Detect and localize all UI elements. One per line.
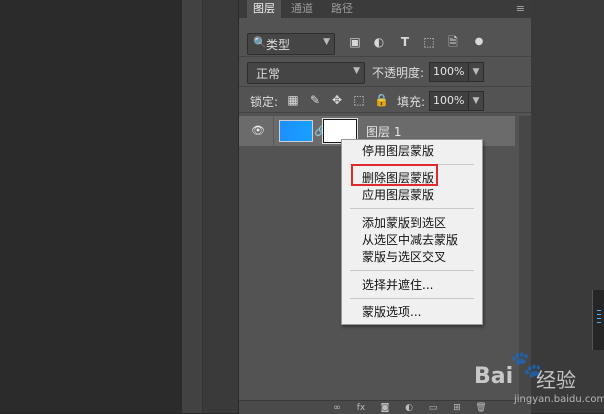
shape-filter-icon[interactable]: ⬚ — [421, 34, 437, 50]
adjustment-filter-icon[interactable]: ◐ — [371, 34, 387, 50]
document-canvas — [0, 0, 182, 413]
watermark-cn: 经验 — [536, 368, 576, 392]
opacity-dropdown-button[interactable]: ▼ — [468, 62, 484, 82]
lock-label: 锁定: — [250, 95, 279, 109]
filter-toggle-icon[interactable]: ● — [471, 34, 487, 50]
layer-name[interactable]: 图层 1 — [366, 123, 401, 140]
menu-item-select-and-mask[interactable]: 选择并遮住... — [362, 277, 433, 294]
add-mask-icon[interactable]: ◙ — [379, 402, 391, 414]
blend-mode-select[interactable]: 正常 ▼ — [247, 62, 365, 84]
divider — [239, 56, 531, 57]
link-layers-icon[interactable]: ∞ — [331, 402, 343, 414]
layer-thumbnail[interactable] — [279, 120, 313, 142]
menu-item-subtract-mask-from-selection[interactable]: 从选区中减去蒙版 — [362, 232, 458, 249]
divider — [239, 86, 531, 87]
lock-artboard-icon[interactable]: ⬚ — [352, 92, 366, 108]
lock-image-icon[interactable]: ✎ — [308, 92, 322, 108]
fill-input[interactable]: 100% — [429, 91, 470, 111]
watermark-logo: Bai — [474, 364, 514, 389]
divider — [239, 112, 531, 113]
fill-dropdown-button[interactable]: ▼ — [468, 91, 484, 111]
tab-layers[interactable]: 图层 — [247, 0, 281, 18]
menu-item-mask-options[interactable]: 蒙版选项... — [362, 304, 421, 321]
opacity-label: 不透明度: — [372, 66, 425, 80]
menu-separator — [350, 270, 474, 271]
watermark-url: jingyan.baidu.com — [514, 394, 604, 405]
tab-paths[interactable]: 路径 — [325, 0, 359, 18]
search-icon: 🔍 — [253, 36, 267, 49]
filter-kind-label: 类型 — [266, 38, 291, 52]
layer-style-icon[interactable]: fx — [355, 402, 367, 414]
menu-separator — [350, 298, 474, 299]
highlight-annotation-box — [351, 164, 438, 186]
strip-indicator — [597, 310, 601, 311]
menu-separator — [350, 208, 474, 209]
fill-label: 填充: — [397, 95, 426, 109]
panel-tabs: 图层 通道 路径 ≡ — [239, 0, 531, 18]
lock-all-icon[interactable]: 🔒 — [374, 92, 389, 108]
menu-icon[interactable]: ≡ — [516, 2, 525, 16]
strip-indicator — [597, 322, 601, 323]
menu-item-disable-mask[interactable]: 停用图层蒙版 — [362, 143, 434, 160]
panel-gap — [202, 0, 239, 413]
tab-channels[interactable]: 通道 — [285, 0, 319, 18]
menu-item-intersect-mask-with-selection[interactable]: 蒙版与选区交叉 — [362, 249, 446, 266]
blend-mode-label: 正常 — [256, 67, 281, 81]
collapsed-panel-strip[interactable] — [592, 290, 604, 350]
smart-object-filter-icon[interactable]: 🗎 — [445, 34, 461, 50]
new-group-icon[interactable]: ▭ — [427, 402, 439, 414]
menu-item-apply-mask[interactable]: 应用图层蒙版 — [362, 187, 434, 204]
chevron-down-icon: ▼ — [323, 37, 330, 47]
opacity-input[interactable]: 100% — [429, 62, 470, 82]
filter-kind-select[interactable]: 🔍 类型 ▼ — [247, 33, 335, 55]
text-filter-icon[interactable]: T — [397, 34, 413, 50]
divider — [273, 116, 274, 146]
watermark: 🐾 Bai 经验 jingyan.baidu.com — [470, 350, 604, 410]
chevron-down-icon: ▼ — [353, 66, 360, 76]
strip-indicator — [597, 314, 601, 315]
adjustment-layer-icon[interactable]: ◐ — [403, 402, 415, 414]
eye-icon[interactable]: 👁 — [251, 124, 265, 138]
new-layer-icon[interactable]: ⊞ — [451, 402, 463, 414]
canvas-scroll-edge — [182, 0, 202, 413]
lock-transparent-icon[interactable]: ▦ — [286, 92, 300, 108]
strip-indicator — [597, 318, 601, 319]
lock-position-icon[interactable]: ✥ — [330, 92, 344, 108]
menu-item-add-mask-to-selection[interactable]: 添加蒙版到选区 — [362, 215, 446, 232]
image-filter-icon[interactable]: ▣ — [347, 34, 363, 50]
